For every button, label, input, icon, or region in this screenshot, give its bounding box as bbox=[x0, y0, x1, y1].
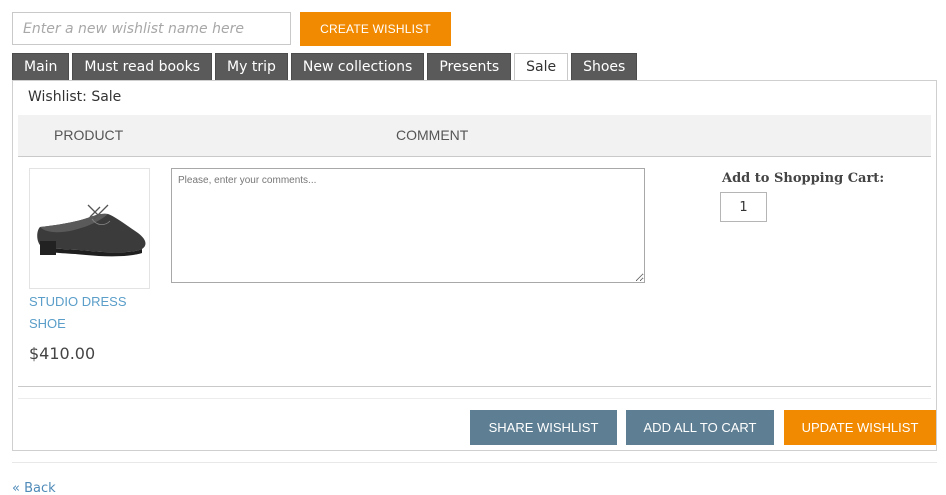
tab-new-collections[interactable]: New collections bbox=[290, 53, 425, 80]
footer-divider bbox=[12, 462, 937, 463]
divider bbox=[18, 386, 931, 387]
create-wishlist-button[interactable]: CREATE WISHLIST bbox=[300, 12, 451, 46]
divider bbox=[18, 398, 931, 399]
back-link[interactable]: « Back bbox=[12, 481, 56, 495]
table-header: PRODUCT COMMENT bbox=[18, 115, 931, 157]
column-header-comment: COMMENT bbox=[396, 127, 469, 143]
product-price: $410.00 bbox=[29, 344, 96, 363]
wishlist-actions: SHARE WISHLIST ADD ALL TO CART UPDATE WI… bbox=[461, 410, 936, 445]
add-all-to-cart-button[interactable]: ADD ALL TO CART bbox=[626, 410, 774, 445]
share-wishlist-button[interactable]: SHARE WISHLIST bbox=[470, 410, 617, 445]
dress-shoe-icon bbox=[37, 204, 146, 257]
create-wishlist-row: CREATE WISHLIST bbox=[12, 12, 451, 46]
add-to-cart-label: Add to Shopping Cart: bbox=[722, 171, 885, 186]
tab-main[interactable]: Main bbox=[12, 53, 70, 80]
tab-sale[interactable]: Sale bbox=[514, 53, 569, 81]
product-image[interactable] bbox=[29, 168, 150, 289]
quantity-input[interactable] bbox=[720, 192, 767, 222]
tab-presents[interactable]: Presents bbox=[427, 53, 512, 80]
tab-must-read-books[interactable]: Must read books bbox=[72, 53, 213, 80]
wishlist-name-input[interactable] bbox=[12, 12, 291, 45]
update-wishlist-button[interactable]: UPDATE WISHLIST bbox=[784, 410, 936, 445]
comment-textarea[interactable] bbox=[171, 168, 645, 283]
tab-my-trip[interactable]: My trip bbox=[215, 53, 288, 80]
wishlist-tabs: Main Must read books My trip New collect… bbox=[12, 53, 640, 81]
column-header-product: PRODUCT bbox=[54, 127, 124, 143]
wishlist-title: Wishlist: Sale bbox=[28, 89, 122, 105]
wishlist-panel: Wishlist: Sale PRODUCT COMMENT STUDIO DR… bbox=[12, 80, 937, 451]
product-name-link[interactable]: STUDIO DRESS SHOE bbox=[29, 291, 149, 335]
tab-shoes[interactable]: Shoes bbox=[571, 53, 638, 80]
